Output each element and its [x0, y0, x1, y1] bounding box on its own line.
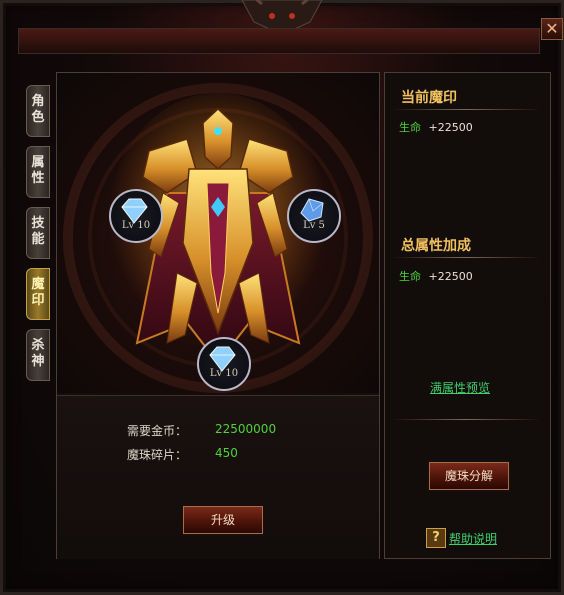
divider — [391, 257, 541, 258]
close-button[interactable]: ✕ — [541, 18, 563, 40]
gem-slot-left[interactable]: Lv 10 — [109, 189, 163, 243]
tab-character[interactable]: 角色 — [26, 85, 50, 137]
side-tabs: 角色 属性 技能 魔印 杀神 — [26, 85, 50, 390]
fragment-cost-value: 450 — [215, 446, 238, 460]
gem-level: Lv 10 — [121, 220, 151, 231]
total-bonus-title: 总属性加成 — [401, 238, 471, 254]
gold-cost: 需要金币： — [127, 422, 187, 439]
fragment-cost: 魔珠碎片： — [127, 446, 187, 463]
fragment-cost-label: 魔珠碎片： — [127, 448, 188, 462]
upgrade-section: 需要金币： 22500000 魔珠碎片： 450 升级 — [57, 395, 379, 559]
gem-slot-right[interactable]: Lv 5 — [287, 189, 341, 243]
seal-panel: Lv 10 Lv 5 Lv 10 需要金币： 22500000 魔珠碎片： 45… — [56, 72, 380, 559]
tab-skills[interactable]: 技能 — [26, 207, 50, 259]
fragment-cost-value-row: 450 — [215, 446, 238, 460]
attr-value: +22500 — [428, 270, 473, 283]
decompose-gem-button[interactable]: 魔珠分解 — [429, 462, 509, 490]
tab-killing-god[interactable]: 杀神 — [26, 329, 50, 381]
attr-name: 生命 — [399, 270, 421, 283]
total-bonus-attr: 生命 +22500 — [399, 268, 473, 284]
gold-cost-value: 22500000 — [215, 422, 277, 436]
gem-level: Lv 5 — [303, 220, 325, 231]
tab-demon-seal[interactable]: 魔印 — [26, 268, 50, 320]
upgrade-button[interactable]: 升级 — [183, 506, 263, 534]
tab-attributes[interactable]: 属性 — [26, 146, 50, 198]
game-window: ✕ 角色 属性 技能 魔印 杀神 Lv 10 Lv 5 Lv 10 需要金币： … — [0, 0, 564, 595]
divider — [391, 109, 541, 110]
tab-label: 魔印 — [31, 277, 45, 308]
attr-name: 生命 — [399, 121, 421, 134]
gold-cost-value-row: 22500000 — [215, 422, 276, 436]
full-attributes-preview-link[interactable]: 满属性预览 — [430, 379, 490, 396]
attribute-panel: 当前魔印 生命 +22500 总属性加成 生命 +22500 满属性预览 魔珠分… — [384, 72, 551, 559]
attr-value: +22500 — [428, 121, 473, 134]
tab-label: 属性 — [31, 155, 45, 186]
title-bar — [18, 28, 540, 54]
help-icon[interactable]: ? — [426, 528, 446, 548]
help-link[interactable]: 帮助说明 — [449, 530, 497, 547]
current-seal-title: 当前魔印 — [401, 90, 457, 106]
tab-label: 技能 — [31, 216, 45, 247]
current-seal-attr: 生命 +22500 — [399, 119, 473, 135]
gem-level: Lv 10 — [209, 368, 239, 379]
seal-artwork: Lv 10 Lv 5 Lv 10 — [57, 73, 379, 393]
gold-cost-label: 需要金币： — [127, 424, 188, 438]
tab-label: 角色 — [31, 94, 45, 125]
gem-slot-bottom[interactable]: Lv 10 — [197, 337, 251, 391]
divider — [391, 419, 541, 420]
tab-label: 杀神 — [31, 338, 45, 369]
